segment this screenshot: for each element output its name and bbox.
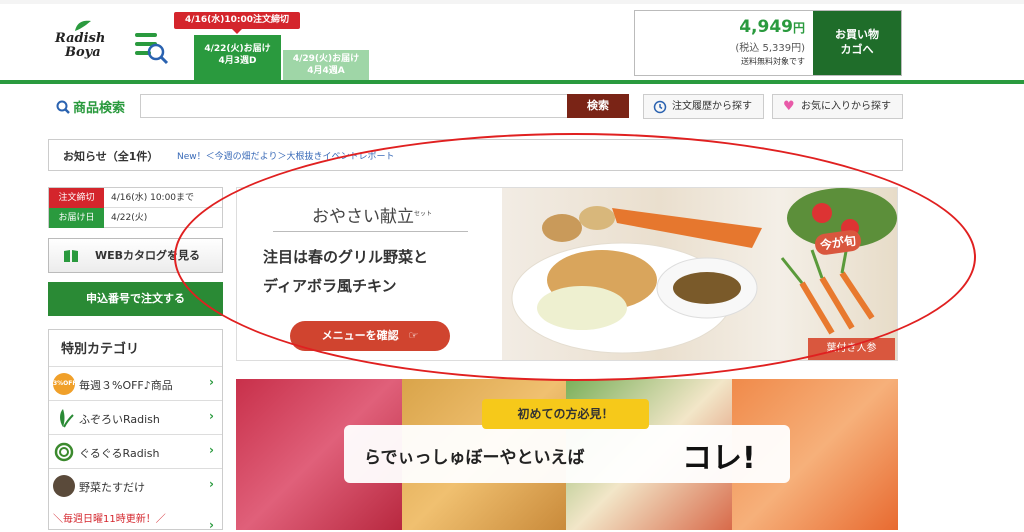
category-label: 野菜たすだけ: [79, 481, 145, 494]
first-time-emphasis: コレ!: [682, 441, 756, 476]
cart-total: 4,949円: [739, 17, 805, 37]
cart-currency: 円: [792, 21, 805, 35]
order-by-number-button[interactable]: 申込番号で注文する: [48, 282, 223, 316]
favorites-label: お気に入りから探す: [801, 101, 891, 112]
menu-set-title-text: おやさい献立: [312, 207, 414, 227]
chevron-right-icon: ›: [209, 409, 214, 423]
delivery-tab-next[interactable]: 4/29(火)お届け 4月4週A: [283, 50, 369, 80]
category-item-3percent-off[interactable]: 3%OFF 毎週３%OFF♪商品 ›: [49, 366, 222, 400]
favorites-button[interactable]: ♥ お気に入りから探す: [772, 94, 903, 119]
chevron-right-icon: ›: [209, 477, 214, 491]
header: Radish Boya 4/16(水)10:00注文締切 4/22(火)お届け …: [0, 0, 1024, 84]
search-label-text: 商品検索: [73, 101, 126, 116]
category-item-yasai-tasudake[interactable]: 野菜たすだけ ›: [49, 468, 222, 502]
order-info-row: 注文締切 4/16(水) 10:00まで: [49, 188, 222, 208]
chevron-right-icon: ›: [209, 443, 214, 457]
category-item-guruguru[interactable]: ぐるぐるRadish ›: [49, 434, 222, 468]
category-menu-search-icon[interactable]: [133, 30, 171, 66]
logo-line2: Boya: [65, 45, 101, 60]
pointer-hand-icon: ☞: [408, 329, 419, 342]
yasai-tasudake-icon: [53, 475, 75, 497]
notice-link[interactable]: New！＜今週の畑だより＞大根抜きイベントレポート: [177, 149, 394, 162]
cart-summary: 4,949円 (税込 5,339円) 送料無料対象です お買い物 カゴへ: [634, 10, 902, 76]
category-label: 毎週３%OFF♪商品: [79, 379, 173, 392]
menu-set-title-ruby: セット: [414, 210, 433, 218]
clock-icon: [653, 100, 667, 114]
order-history-button[interactable]: 注文履歴から探す: [643, 94, 764, 119]
menu-set-banner-text: おやさい献立セット 注目は春のグリル野菜と ディアボラ風チキン メニューを確認 …: [237, 188, 502, 360]
delivery-tab-date: 4/29(火)お届け: [292, 54, 360, 64]
menu-set-title: おやさい献立セット: [312, 202, 432, 227]
menu-set-headline-1: 注目は春のグリル野菜と: [263, 248, 429, 266]
order-info-value: 4/22(火): [111, 213, 148, 223]
book-icon: [64, 250, 78, 262]
search-icon: [56, 100, 70, 114]
order-info-table: 注文締切 4/16(水) 10:00まで お届け日 4/22(火): [48, 187, 223, 228]
3-percent-off-icon: 3%OFF: [53, 373, 76, 395]
delivery-tab-active[interactable]: 4/22(火)お届け 4月3週D: [194, 35, 281, 80]
divider: [273, 231, 468, 232]
search-input[interactable]: [140, 94, 568, 118]
cart-button-line1: お買い物: [835, 28, 879, 41]
delivery-tab-week: 4月4週A: [307, 66, 345, 76]
first-time-text: らでぃっしゅぼーやといえば: [364, 448, 585, 468]
dish-illustration: [511, 188, 897, 354]
search-button[interactable]: 検索: [567, 94, 629, 118]
top-strip: [0, 0, 1024, 4]
check-menu-label: メニューを確認: [321, 329, 399, 342]
special-categories: 特別カテゴリ 3%OFF 毎週３%OFF♪商品 › ふぞろいRadish › ぐ…: [48, 329, 223, 532]
delivery-tab-week: 4月3週D: [218, 56, 257, 66]
spiral-icon: [54, 442, 74, 462]
first-time-banner[interactable]: らでぃっしゅぼーやといえば コレ! 初めての方必見！: [236, 379, 898, 530]
cart-total-value: 4,949: [739, 17, 793, 37]
grilled-vegetables-photo: 今が旬 葉付き人参: [502, 188, 897, 360]
web-catalog-button[interactable]: WEBカタログを見る: [48, 238, 223, 273]
weekly-update-note: ＼毎週日曜11時更新！／: [53, 514, 166, 525]
order-info-key: お届け日: [49, 208, 104, 228]
cart-tax-included: (税込 5,339円): [735, 43, 805, 54]
menu-set-headline-2: ディアボラ風チキン: [263, 277, 397, 295]
notice-bar: お知らせ（全1件） New！＜今週の畑だより＞大根抜きイベントレポート: [48, 139, 903, 171]
order-history-label: 注文履歴から探す: [672, 101, 752, 112]
radish-leaf-icon: [60, 409, 74, 428]
search-label: 商品検索: [56, 97, 125, 116]
first-time-tag: 初めての方必見！: [482, 399, 649, 429]
cart-button-line2: カゴへ: [840, 43, 874, 56]
leafy-carrot-badge: 葉付き人参: [808, 338, 895, 360]
order-deadline-badge: 4/16(水)10:00注文締切: [174, 12, 300, 34]
delivery-tab-date: 4/22(火)お届け: [204, 44, 271, 54]
order-info-key: 注文締切: [49, 188, 104, 208]
chevron-right-icon: ›: [209, 375, 214, 389]
category-item-fuzoroi[interactable]: ふぞろいRadish ›: [49, 400, 222, 434]
category-label: ふぞろいRadish: [79, 413, 160, 426]
first-time-message: らでぃっしゅぼーやといえば コレ!: [344, 425, 790, 483]
heart-icon: ♥: [783, 99, 795, 114]
go-to-cart-button[interactable]: お買い物 カゴへ: [813, 11, 901, 75]
order-info-row: お届け日 4/22(火): [49, 208, 222, 228]
free-shipping-note: 送料無料対象です: [741, 57, 805, 66]
special-categories-title: 特別カテゴリ: [61, 342, 140, 357]
web-catalog-label: WEBカタログを見る: [95, 249, 201, 262]
logo[interactable]: Radish Boya: [55, 20, 106, 64]
logo-line1: Radish: [55, 31, 106, 46]
check-menu-button[interactable]: メニューを確認 ☞: [290, 321, 450, 351]
notice-title: お知らせ（全1件）: [63, 150, 159, 163]
category-label: ぐるぐるRadish: [79, 447, 160, 460]
header-divider: [0, 80, 1024, 84]
order-info-value: 4/16(水) 10:00まで: [111, 193, 195, 203]
menu-set-banner[interactable]: おやさい献立セット 注目は春のグリル野菜と ディアボラ風チキン メニューを確認 …: [236, 187, 898, 361]
